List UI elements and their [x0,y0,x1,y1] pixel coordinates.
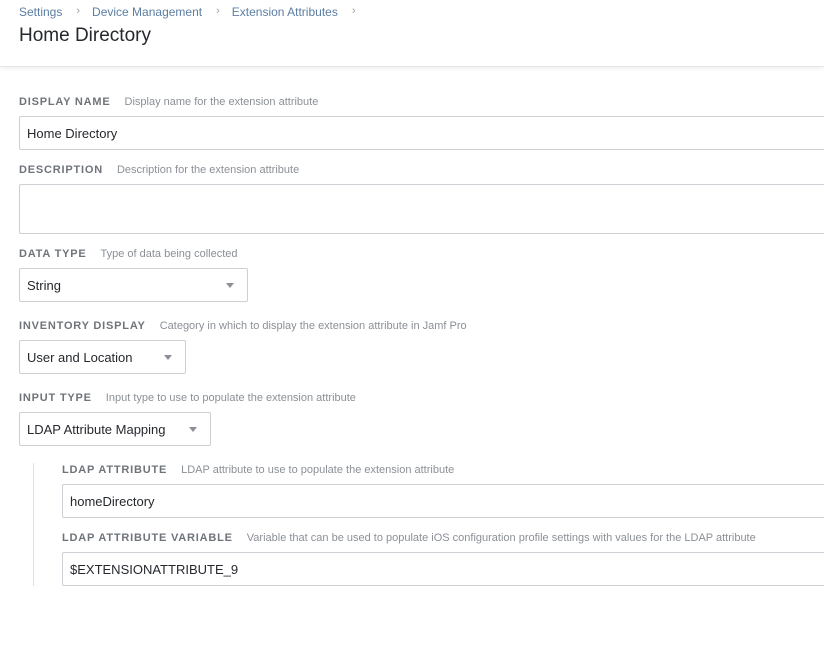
chevron-down-icon [226,282,234,288]
display-name-hint: Display name for the extension attribute [124,96,319,108]
input-type-label-group: INPUT TYPE Input type to use to populate… [19,392,356,404]
data-type-value: String [27,277,61,293]
breadcrumb-separator-icon: › [76,5,81,17]
input-type-select[interactable]: LDAP Attribute Mapping [19,412,211,446]
ldap-attribute-variable-label: LDAP ATTRIBUTE VARIABLE [62,532,233,544]
display-name-input[interactable]: Home Directory [19,116,824,150]
nested-section-divider [33,463,34,586]
data-type-hint: Type of data being collected [100,248,238,260]
data-type-label-group: DATA TYPE Type of data being collected [19,248,237,260]
ldap-attribute-label: LDAP ATTRIBUTE [62,464,168,476]
inventory-display-value: User and Location [27,349,133,365]
description-textarea[interactable] [19,184,824,234]
ldap-attribute-hint: LDAP attribute to use to populate the ex… [181,464,455,476]
breadcrumb-settings[interactable]: Settings [19,5,62,19]
breadcrumb-separator-icon: › [351,5,356,17]
page: Settings › Device Management › Extension… [0,0,824,661]
description-label-group: DESCRIPTION Description for the extensio… [19,164,299,176]
input-type-hint: Input type to use to populate the extens… [105,392,356,404]
inventory-display-label: INVENTORY DISPLAY [19,320,146,332]
breadcrumb: Settings › Device Management › Extension… [19,5,368,19]
description-hint: Description for the extension attribute [116,164,300,176]
breadcrumb-separator-icon: › [216,5,220,17]
chevron-down-icon [189,426,197,432]
inventory-display-select[interactable]: User and Location [19,340,186,374]
ldap-attribute-variable-input[interactable]: $EXTENSIONATTRIBUTE_9 [62,552,824,586]
ldap-attribute-variable-label-group: LDAP ATTRIBUTE VARIABLE Variable that ca… [62,532,756,544]
display-name-label: DISPLAY NAME [19,96,111,108]
input-type-value: LDAP Attribute Mapping [27,421,166,437]
page-header: Settings › Device Management › Extension… [0,0,824,67]
ldap-attribute-label-group: LDAP ATTRIBUTE LDAP attribute to use to … [62,464,454,476]
input-type-label: INPUT TYPE [19,392,92,404]
ldap-attribute-variable-hint: Variable that can be used to populate iO… [246,532,756,544]
breadcrumb-extension-attributes[interactable]: Extension Attributes [232,5,338,19]
breadcrumb-device-management[interactable]: Device Management [92,5,202,19]
description-label: DESCRIPTION [19,164,103,176]
inventory-display-hint: Category in which to display the extensi… [159,320,467,332]
display-name-label-group: DISPLAY NAME Display name for the extens… [19,96,318,108]
data-type-select[interactable]: String [19,268,248,302]
page-title: Home Directory [19,25,151,46]
chevron-down-icon [164,354,172,360]
data-type-label: DATA TYPE [19,248,87,260]
ldap-attribute-input[interactable]: homeDirectory [62,484,824,518]
inventory-display-label-group: INVENTORY DISPLAY Category in which to d… [19,320,467,332]
